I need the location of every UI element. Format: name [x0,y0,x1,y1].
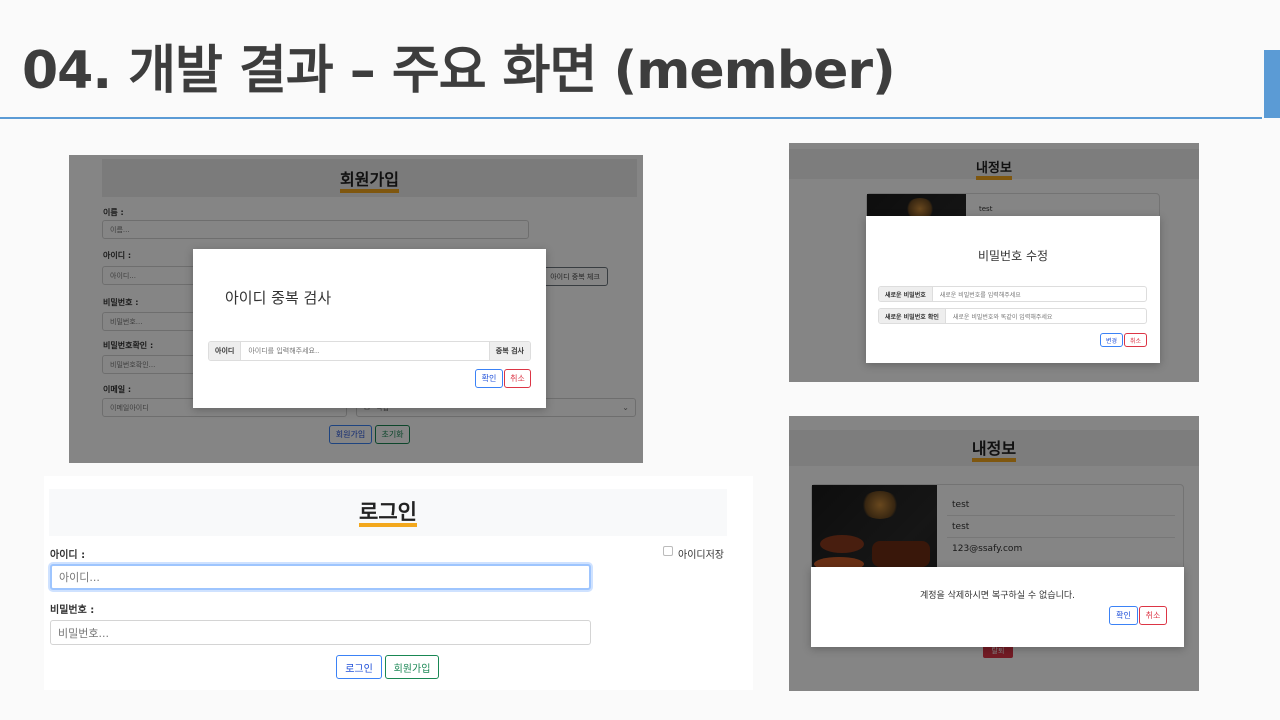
delete-cancel-button[interactable]: 취소 [1139,606,1167,625]
confirm-password-label: 새로운 비밀번호 확인 [879,309,946,323]
new-password-label: 새로운 비밀번호 [879,287,933,301]
login-title: 로그인 [359,501,417,528]
login-pw-label: 비밀번호 : [50,605,95,616]
confirm-password-input[interactable]: 새로운 비밀번호와 똑같이 입력해주세요 [946,309,1146,323]
id-check-input[interactable]: 아이디를 입력해주세요.. [241,342,488,360]
mypage-password-screenshot: 내정보 test 비밀번호 수정 새로운 비밀번호 새로운 비밀번호를 입력해주… [789,143,1199,382]
modal-backdrop [789,416,1199,691]
signup-screenshot: 회원가입 이름 : 이름... 아이디 : 아이디... 아이디 중복 체크 비… [69,155,643,463]
new-password-input[interactable]: 새로운 비밀번호를 입력해주세요 [933,287,1146,301]
password-modal-title: 비밀번호 수정 [977,249,1049,263]
slide-title: 04. 개발 결과 – 주요 화면 (member) [22,41,896,101]
id-check-modal-title: 아이디 중복 검사 [225,289,332,307]
login-id-input[interactable]: 아이디... [50,564,591,590]
delete-ok-button[interactable]: 확인 [1109,606,1138,625]
login-pw-input[interactable]: 비밀번호... [50,620,591,645]
modal-cancel-button[interactable]: 취소 [504,369,531,388]
save-id-label: 아이디저장 [678,550,724,561]
new-password-group: 새로운 비밀번호 새로운 비밀번호를 입력해주세요 [878,286,1147,302]
title-divider [0,117,1262,119]
login-header: 로그인 [49,489,727,536]
login-screenshot: 로그인 아이디 : 아이디저장 아이디... 비밀번호 : 비밀번호... 로그… [44,476,753,690]
save-id-checkbox[interactable] [663,546,673,556]
password-change-modal: 비밀번호 수정 새로운 비밀번호 새로운 비밀번호를 입력해주세요 새로운 비밀… [866,216,1160,363]
login-button[interactable]: 로그인 [336,655,382,679]
login-signup-button[interactable]: 회원가입 [385,655,439,679]
modal-ok-button[interactable]: 확인 [475,369,503,388]
id-check-modal: 아이디 중복 검사 아이디 아이디를 입력해주세요.. 중복 검사 확인 취소 [193,249,546,408]
login-id-label: 아이디 : [50,550,86,561]
id-duplicate-check-button[interactable]: 중복 검사 [488,342,530,360]
id-check-addon: 아이디 [209,342,242,360]
delete-confirm-modal: 계정을 삭제하시면 복구하실 수 없습니다. 확인 취소 [811,567,1184,647]
confirm-password-group: 새로운 비밀번호 확인 새로운 비밀번호와 똑같이 입력해주세요 [878,308,1147,324]
password-change-button[interactable]: 변경 [1100,333,1123,347]
mypage-delete-screenshot: 내정보 test test 123@ssafy.com 탈퇴 계정을 삭제하시면… [789,416,1199,691]
title-accent-bar [1264,50,1280,118]
password-cancel-button[interactable]: 취소 [1124,333,1147,347]
delete-confirm-message: 계정을 삭제하시면 복구하실 수 없습니다. [919,591,1076,601]
id-check-input-group: 아이디 아이디를 입력해주세요.. 중복 검사 [208,341,531,361]
